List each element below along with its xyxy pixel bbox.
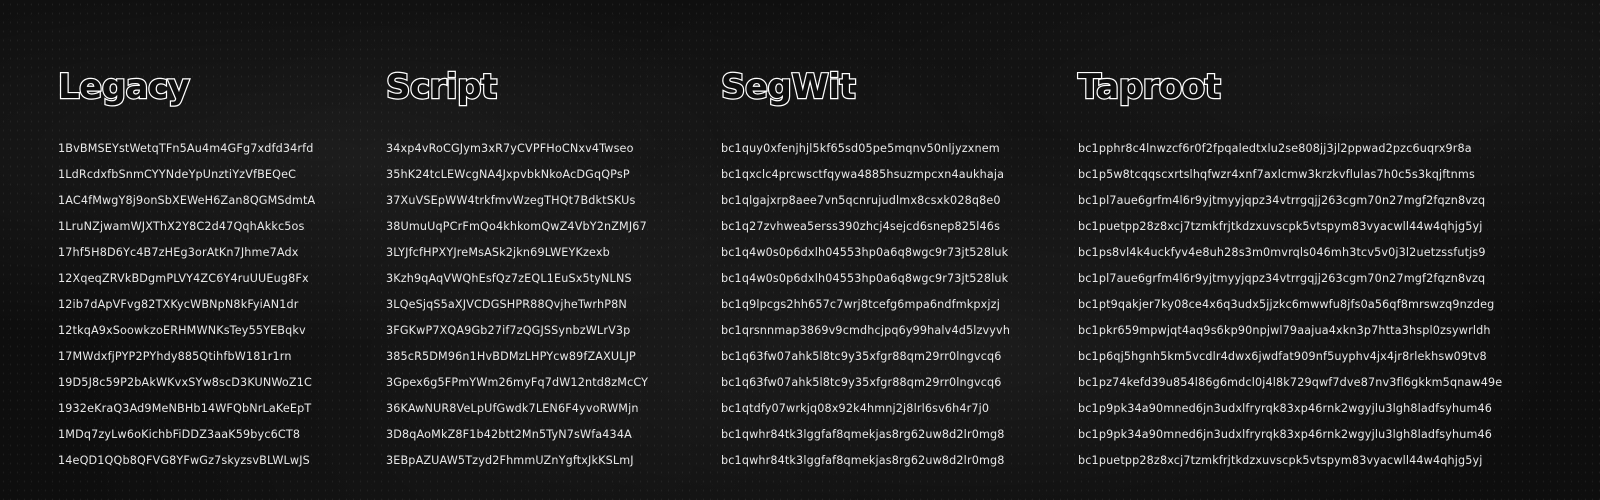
column-taproot: Taproot bc1pphr8c4lnwzcf6r0f2fpqaledtxlu… [1077,66,1502,474]
address-item: bc1pphr8c4lnwzcf6r0f2fpqaledtxlu2se808jj… [1078,142,1472,155]
address-item: 3LYJfcfHPXYJreMsASk2jkn69LWEYKzexb [386,246,610,259]
address-item: 1932eKraQ3Ad9MeNBHb14WFQbNrLaKeEpT [58,402,312,415]
address-item: 12XqeqZRVkBDgmPLVY4ZC6Y4ruUUEug8Fx [58,272,309,285]
address-item: bc1puetpp28z8xcj7tzmkfrjtkdzxuvscpk5vtsp… [1078,220,1483,233]
address-item: bc1qxclc4prcwsctfqywa4885hsuzmpcxn4aukha… [721,168,1005,181]
address-item: 35hK24tcLEWcgNA4JxpvbkNkoAcDGqQPsP [386,168,630,181]
address-item: bc1pt9qakjer7ky08ce4x6q3udx5jjzkc6mwwfu8… [1078,298,1495,311]
address-item: 12ib7dApVFvg82TXKycWBNpN8kFyiAN1dr [58,298,299,311]
address-item: 1AC4fMwgY8j9onSbXEWeH6Zan8QGMSdmtA [58,194,316,207]
address-item: 34xp4vRoCGJym3xR7yCVPFHoCNxv4Twseo [386,142,634,155]
address-item: bc1p9pk34a90mned6jn3udxlfryrqk83xp46rnk2… [1078,428,1493,441]
address-item: 3FGKwP7XQA9Gb27if7zQGJSSynbzWLrV3p [386,324,631,337]
address-item: bc1pz74kefd39u854l86g6mdcl0j4l8k729qwf7d… [1078,376,1503,389]
address-item: 1MDq7zyLw6oKichbFiDDZ3aaK59byc6CT8 [58,428,301,441]
address-item: bc1puetpp28z8xcj7tzmkfrjtkdzxuvscpk5vtsp… [1078,454,1483,467]
address-item: bc1q9lpcgs2hh657c7wrj8tcefg6mpa6ndfmkpxj… [721,298,1000,311]
address-list: 1BvBMSEYstWetqTFn5Au4m4GFg7xdfd34rfd 1Ld… [58,136,315,474]
address-item: bc1qtdfy07wrkjq08x92k4hmnj2j8lrl6sv6h4r7… [721,402,990,415]
address-item: 3EBpAZUAW5Tzyd2FhmmUZnYgftxJkKSLmJ [386,454,634,467]
address-item: 3Kzh9qAqVWQhEsfQz7zEQL1EuSx5tyNLNS [386,272,632,285]
address-item: 3LQeSjqS5aXJVCDGSHPR88QvjheTwrhP8N [386,298,627,311]
address-item: bc1p9pk34a90mned6jn3udxlfryrqk83xp46rnk2… [1078,402,1493,415]
address-item: bc1ps8vl4k4uckfyv4e8uh28s3m0mvrqls046mh3… [1078,246,1486,259]
address-item: 14eQD1QQb8QFVG8YFwGz7skyzsvBLWLwJS [58,454,310,467]
column-heading: Legacy [57,66,191,108]
address-item: 19D5J8c59P2bAkWKvxSYw8scD3KUNWoZ1C [58,376,312,389]
address-item: 36KAwNUR8VeLpUfGwdk7LEN6F4yvoRWMjn [386,402,639,415]
address-item: 3Gpex6g5FPmYWm26myFq7dW12ntd8zMcCY [386,376,649,389]
column-heading: Script [385,66,499,108]
address-item: bc1q63fw07ahk5l8tc9y35xfgr88qm29rr0lngvc… [721,350,1002,363]
address-item: 3D8qAoMkZ8F1b42btt2Mn5TyN7sWfa434A [386,428,632,441]
address-item: bc1pl7aue6grfm4l6r9yjtmyyjqpz34vtrrgqjj2… [1078,272,1486,285]
address-item: bc1p5w8tcqqscxrtslhqfwzr4xnf7axlcmw3krzk… [1078,168,1475,181]
address-item: bc1qwhr84tk3lggfaf8qmekjas8rg62uw8d2lr0m… [721,428,1005,441]
address-item: bc1p6qj5hgnh5km5vcdlr4dwx6jwdfat909nf5uy… [1078,350,1487,363]
address-item: 17MWdxfjPYP2PYhdy885QtihfbW181r1rn [58,350,292,363]
column-heading: SegWit [720,66,857,108]
column-script: Script 34xp4vRoCGJym3xR7yCVPFHoCNxv4Twse… [385,66,648,474]
address-item: 1LruNZjwamWJXThX2Y8C2d47QqhAkkc5os [58,220,305,233]
address-item: 1BvBMSEYstWetqTFn5Au4m4GFg7xdfd34rfd [58,142,314,155]
address-item: 38UmuUqPCrFmQo4khkomQwZ4VbY2nZMJ67 [386,220,647,233]
address-item: bc1q4w0s0p6dxlh04553hp0a6q8wgc9r73jt528l… [721,272,1009,285]
address-item: bc1qrsnnmap3869v9cmdhcjpq6y99halv4d5lzvy… [721,324,1011,337]
address-list: bc1pphr8c4lnwzcf6r0f2fpqaledtxlu2se808jj… [1078,136,1502,474]
address-item: 37XuVSEpWW4trkfmvWzegTHQt7BdktSKUs [386,194,636,207]
address-list: 34xp4vRoCGJym3xR7yCVPFHoCNxv4Twseo 35hK2… [386,136,648,474]
address-item: bc1pl7aue6grfm4l6r9yjtmyyjqpz34vtrrgqjj2… [1078,194,1486,207]
address-item: bc1q4w0s0p6dxlh04553hp0a6q8wgc9r73jt528l… [721,246,1009,259]
address-item: bc1qlgajxrp8aee7vn5qcnrujudlmx8csxk028q8… [721,194,1001,207]
address-item: bc1q27zvhwea5erss390zhcj4sejcd6snep825l4… [721,220,1001,233]
address-item: bc1qwhr84tk3lggfaf8qmekjas8rg62uw8d2lr0m… [721,454,1005,467]
column-segwit: SegWit bc1quy0xfenjhjl5kf65sd05pe5mqnv50… [720,66,1010,474]
address-item: 385cR5DM96n1HvBDMzLHPYcw89fZAXULJP [386,350,636,363]
address-item: bc1q63fw07ahk5l8tc9y35xfgr88qm29rr0lngvc… [721,376,1002,389]
column-legacy: Legacy 1BvBMSEYstWetqTFn5Au4m4GFg7xdfd34… [57,66,315,474]
address-list: bc1quy0xfenjhjl5kf65sd05pe5mqnv50nljyzxn… [721,136,1010,474]
column-heading: Taproot [1077,66,1222,108]
address-item: bc1quy0xfenjhjl5kf65sd05pe5mqnv50nljyzxn… [721,142,1000,155]
address-item: 1LdRcdxfbSnmCYYNdeYpUnztiYzVfBEQeC [58,168,297,181]
address-item: bc1pkr659mpwjqt4aq9s6kp90npjwl79aajua4xk… [1078,324,1491,337]
address-item: 17hf5H8D6Yc4B7zHEg3orAtKn7Jhme7Adx [58,246,299,259]
address-item: 12tkqA9xSoowkzoERHMWNKsTey55YEBqkv [58,324,306,337]
